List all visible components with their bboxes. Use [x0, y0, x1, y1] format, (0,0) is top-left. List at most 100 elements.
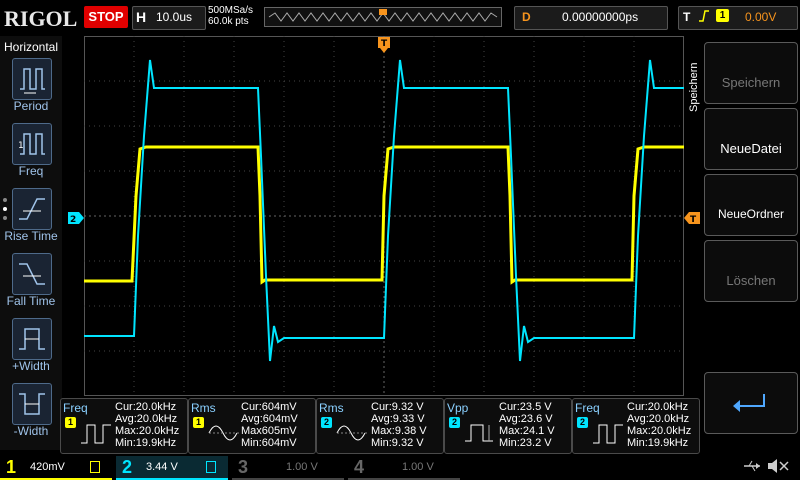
cur-value: Cur:20.0kHz [115, 401, 177, 413]
trigger-level-marker[interactable]: T [684, 211, 700, 225]
ch3-status[interactable]: 3 1.00 V [232, 456, 344, 480]
measurement-source-badge: 1 [193, 417, 204, 428]
memory-overview-bar[interactable] [264, 7, 502, 27]
horizontal-label: H [136, 9, 147, 25]
sine-wave-icon [336, 425, 369, 441]
svg-text:Speichern: Speichern [688, 62, 700, 112]
memory-waveform-thumbnail [268, 9, 498, 22]
fall-time-label: Fall Time [6, 294, 56, 308]
speichern-button[interactable] [704, 42, 798, 104]
avg-value: Avg:23.6 V [499, 413, 553, 425]
freq-label: Freq [18, 164, 44, 178]
trigger-label: T [683, 10, 691, 24]
freq-button[interactable]: 1 [12, 123, 52, 165]
trigger-source-badge: 1 [716, 9, 729, 22]
ch1-status[interactable]: 1 420mV [0, 456, 112, 480]
svg-text:2: 2 [70, 215, 76, 224]
delay-value: 0.00000000ps [562, 10, 639, 24]
ch2-ground-marker[interactable]: 2 [68, 211, 84, 225]
neue-ordner-label: NeueOrdner [717, 207, 785, 221]
speichern-label: Speichern [721, 75, 781, 90]
max-value: Max:9.38 V [371, 425, 427, 437]
svg-text:T: T [690, 215, 697, 224]
ch3-scale: 1.00 V [286, 461, 318, 473]
min-value: Min:9.32 V [371, 437, 424, 449]
measurement-freq-ch1[interactable]: Freq 1 Cur:20.0kHz Avg:20.0kHz Max:20.0k… [60, 398, 188, 454]
ch4-number: 4 [354, 457, 365, 477]
brand-logo: RIGOL [4, 6, 78, 31]
max-value: Max:20.0kHz [115, 425, 180, 437]
min-value: Min:23.2 V [499, 437, 552, 449]
negative-width-button[interactable] [12, 383, 52, 425]
rise-time-button[interactable] [12, 188, 52, 230]
frequency-icon [593, 424, 623, 444]
cur-value: Cur:9.32 V [371, 401, 424, 413]
rise-time-icon [19, 198, 45, 220]
neue-datei-button[interactable] [704, 108, 798, 170]
measurement-rms-ch1[interactable]: Rms 1 Cur:604mV Avg:604mV Max605mV Min:6… [188, 398, 316, 454]
avg-value: Avg:604mV [241, 413, 298, 425]
ch4-scale: 1.00 V [402, 461, 434, 473]
frequency-icon [81, 424, 111, 444]
run-stop-button[interactable]: STOP [84, 6, 128, 28]
measurement-name: Freq [575, 401, 600, 415]
sample-rate-info: 500MSa/s 60.0k pts [208, 5, 253, 27]
avg-value: Avg:20.0kHz [115, 413, 178, 425]
trigger-level-value: 0.00V [745, 10, 777, 24]
max-value: Max:20.0kHz [627, 425, 692, 437]
measurement-source-badge: 2 [321, 417, 332, 428]
measurement-name: Vpp [447, 401, 469, 415]
ch1-scale: 420mV [30, 461, 65, 473]
negative-width-icon [19, 393, 45, 415]
measurement-freq-ch2[interactable]: Freq 2 Cur:20.0kHz Avg:20.0kHz Max:20.0k… [572, 398, 700, 454]
period-label: Period [13, 99, 49, 113]
rise-time-label: Rise Time [4, 229, 58, 243]
positive-width-button[interactable] [12, 318, 52, 360]
max-value: Max605mV [241, 425, 297, 437]
usb-icon [742, 458, 762, 474]
measurement-name: Rms [191, 401, 216, 415]
negative-width-label: -Width [13, 424, 49, 438]
positive-width-icon [19, 328, 45, 350]
trigger-position-marker[interactable]: T [378, 37, 390, 53]
waveform-display[interactable] [84, 36, 684, 396]
max-value: Max:24.1 V [499, 425, 555, 437]
memory-trigger-marker [379, 9, 387, 15]
fall-time-icon [19, 263, 45, 285]
measurement-source-badge: 2 [449, 417, 460, 428]
rising-edge-icon [698, 9, 710, 23]
sample-rate: 500MSa/s [208, 5, 254, 16]
ch1-number: 1 [6, 457, 17, 477]
ch2-status[interactable]: 2 3.44 V [116, 456, 228, 480]
measurement-vpp-ch2[interactable]: Vpp 2 Cur:23.5 V Avg:23.6 V Max:24.1 V M… [444, 398, 572, 454]
sine-wave-icon [208, 425, 241, 441]
trigger-box[interactable] [678, 6, 798, 30]
avg-value: Avg:9.33 V [371, 413, 425, 425]
fall-time-button[interactable] [12, 253, 52, 295]
min-value: Min:604mV [241, 437, 297, 449]
ch2-coupling-icon [206, 461, 216, 473]
cur-value: Cur:604mV [241, 401, 297, 413]
save-menu-title: Speichern [686, 48, 700, 118]
svg-text:1: 1 [18, 141, 24, 151]
min-value: Min:19.9kHz [627, 437, 689, 449]
neue-datei-label: NeueDatei [720, 141, 782, 156]
peak-to-peak-icon [465, 424, 493, 442]
loeschen-label: Löschen [726, 273, 776, 288]
ch1-coupling-icon [90, 461, 100, 473]
ch4-status[interactable]: 4 1.00 V [348, 456, 460, 480]
period-button[interactable] [12, 58, 52, 100]
measurement-name: Rms [319, 401, 344, 415]
min-value: Min:19.9kHz [115, 437, 177, 449]
ch3-number: 3 [238, 457, 249, 477]
measurement-source-badge: 2 [577, 417, 588, 428]
neue-ordner-button[interactable] [704, 174, 798, 236]
loeschen-button[interactable] [704, 240, 798, 302]
ch2-number: 2 [122, 457, 133, 477]
measurement-rms-ch2[interactable]: Rms 2 Cur:9.32 V Avg:9.33 V Max:9.38 V M… [316, 398, 444, 454]
timebase-value: 10.0us [156, 10, 193, 24]
ch2-scale: 3.44 V [146, 461, 178, 473]
speaker-muted-icon[interactable] [766, 458, 790, 474]
cur-value: Cur:20.0kHz [627, 401, 689, 413]
measurement-source-badge: 1 [65, 417, 76, 428]
